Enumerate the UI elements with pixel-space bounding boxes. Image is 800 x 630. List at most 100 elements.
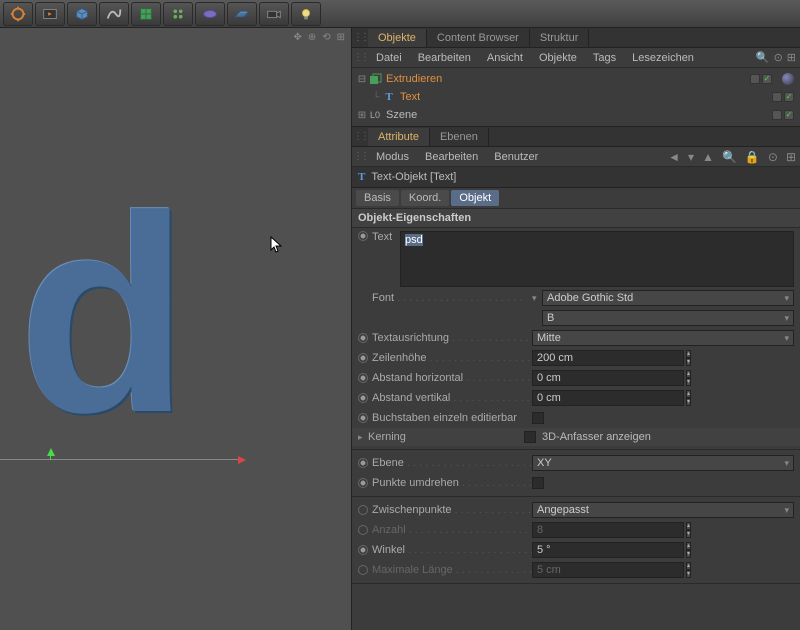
nav-dropdown-icon[interactable]: ▾ xyxy=(688,150,694,164)
anim-radio[interactable] xyxy=(358,333,368,343)
menu-file[interactable]: Datei xyxy=(368,52,410,64)
tree-collapse-icon[interactable]: ⊟ xyxy=(356,74,368,85)
spinner[interactable]: ▴▾ xyxy=(686,370,691,386)
cube-btn[interactable] xyxy=(67,2,97,26)
text-input[interactable]: psd xyxy=(400,231,794,287)
anim-radio[interactable] xyxy=(358,458,368,468)
align-select[interactable]: Mitte xyxy=(532,330,794,346)
expand-icon[interactable]: ⊞ xyxy=(786,150,796,164)
search-icon[interactable]: 🔍 xyxy=(722,150,737,164)
anim-radio[interactable] xyxy=(358,353,368,363)
grip-icon[interactable] xyxy=(352,129,368,145)
anim-radio[interactable] xyxy=(358,478,368,488)
menu-objects[interactable]: Objekte xyxy=(531,52,585,64)
prop-font-weight: B xyxy=(352,308,800,328)
vis-editor-dot[interactable] xyxy=(772,92,782,102)
array-btn[interactable] xyxy=(163,2,193,26)
tab-objects[interactable]: Objekte xyxy=(368,29,427,47)
menu-bookmarks[interactable]: Lesezeichen xyxy=(624,52,702,64)
prop-label: 3D-Anfasser anzeigen xyxy=(542,431,651,443)
anim-radio[interactable] xyxy=(358,525,368,535)
show3d-checkbox[interactable] xyxy=(524,431,536,443)
nurbs-btn[interactable] xyxy=(131,2,161,26)
vspacing-input[interactable] xyxy=(532,390,684,406)
subtab-object[interactable]: Objekt xyxy=(451,190,499,206)
spline-btn[interactable] xyxy=(99,2,129,26)
font-select[interactable]: Adobe Gothic Std xyxy=(542,290,794,306)
lineheight-input[interactable] xyxy=(532,350,684,366)
anim-radio[interactable] xyxy=(358,393,368,403)
hierarchy-row-scene[interactable]: ⊞ L0 Szene xyxy=(352,106,800,124)
nav-up-icon[interactable]: ▲ xyxy=(702,150,714,164)
vis-editor-dot[interactable] xyxy=(772,110,782,120)
anim-radio[interactable] xyxy=(358,231,368,241)
hierarchy-row-text[interactable]: └ T Text xyxy=(352,88,800,106)
hspacing-input[interactable] xyxy=(532,370,684,386)
prop-label: Zwischenpunkte xyxy=(372,504,532,516)
spinner[interactable]: ▴▾ xyxy=(686,390,691,406)
viewport-canvas[interactable]: d xyxy=(0,50,351,630)
tab-layers[interactable]: Ebenen xyxy=(430,128,489,146)
vp-layout-icon[interactable]: ⊞ xyxy=(337,32,345,43)
grip-icon[interactable] xyxy=(352,30,368,46)
angle-input[interactable] xyxy=(532,542,684,558)
menu-user[interactable]: Benutzer xyxy=(486,151,546,163)
floor-btn[interactable] xyxy=(227,2,257,26)
font-dropdown-icon[interactable]: ▾ xyxy=(532,293,542,304)
anim-radio[interactable] xyxy=(358,373,368,383)
light-btn[interactable] xyxy=(291,2,321,26)
grip-icon[interactable] xyxy=(352,149,368,165)
expand-icon[interactable]: ⊞ xyxy=(787,51,796,64)
plane-select[interactable]: XY xyxy=(532,455,794,471)
search-icon[interactable]: 🔍 xyxy=(756,51,770,64)
menu-mode[interactable]: Modus xyxy=(368,151,417,163)
subtab-coord[interactable]: Koord. xyxy=(401,190,449,206)
prop-maxlen: Maximale Länge ▴▾ xyxy=(352,560,800,580)
vis-editor-dot[interactable] xyxy=(750,74,760,84)
lock-icon[interactable]: 🔒 xyxy=(745,150,760,164)
menu-tags[interactable]: Tags xyxy=(585,52,624,64)
menu-edit[interactable]: Bearbeiten xyxy=(410,52,479,64)
tree-expand-icon[interactable]: ⊞ xyxy=(356,110,368,121)
object-hierarchy: ⊟ Extrudieren └ T Text ⊞ L0 Szene xyxy=(352,68,800,127)
tab-structure[interactable]: Struktur xyxy=(530,29,590,47)
editable-checkbox[interactable] xyxy=(532,412,544,424)
vp-move-icon[interactable]: ✥ xyxy=(293,32,301,43)
tab-content-browser[interactable]: Content Browser xyxy=(427,29,530,47)
new-icon[interactable]: ⊙ xyxy=(768,150,778,164)
prop-vspacing: Abstand vertikal ▴▾ xyxy=(352,388,800,408)
material-tag-icon[interactable] xyxy=(782,73,794,85)
anim-radio[interactable] xyxy=(358,565,368,575)
font-weight-select[interactable]: B xyxy=(542,310,794,326)
spinner[interactable]: ▴▾ xyxy=(686,542,691,558)
hierarchy-row-extrude[interactable]: ⊟ Extrudieren xyxy=(352,70,800,88)
menu-view[interactable]: Ansicht xyxy=(479,52,531,64)
prop-interp: Zwischenpunkte Angepasst xyxy=(352,500,800,520)
eye-icon[interactable]: ⊙ xyxy=(774,51,783,64)
flip-checkbox[interactable] xyxy=(532,477,544,489)
camera-btn[interactable] xyxy=(259,2,289,26)
vis-render-dot[interactable] xyxy=(784,110,794,120)
prop-label: Textausrichtung xyxy=(372,332,532,344)
vp-rotate-icon[interactable]: ⟲ xyxy=(322,32,330,43)
settings-btn[interactable] xyxy=(3,2,33,26)
vis-render-dot[interactable] xyxy=(784,92,794,102)
vp-zoom-icon[interactable]: ⊕ xyxy=(308,32,316,43)
anim-radio[interactable] xyxy=(358,545,368,555)
nav-back-icon[interactable]: ◄ xyxy=(668,150,680,164)
anim-radio[interactable] xyxy=(358,505,368,515)
3d-text-object[interactable]: d xyxy=(18,210,189,420)
viewport[interactable]: ✥ ⊕ ⟲ ⊞ d xyxy=(0,28,352,630)
spinner[interactable]: ▴▾ xyxy=(686,350,691,366)
grip-icon[interactable] xyxy=(352,50,368,66)
tab-attribute[interactable]: Attribute xyxy=(368,128,430,146)
menu-edit[interactable]: Bearbeiten xyxy=(417,151,486,163)
subtab-basic[interactable]: Basis xyxy=(356,190,399,206)
hierarchy-label: Text xyxy=(400,91,420,103)
vis-render-dot[interactable] xyxy=(762,74,772,84)
anim-radio[interactable] xyxy=(358,413,368,423)
interp-select[interactable]: Angepasst xyxy=(532,502,794,518)
deformer-btn[interactable] xyxy=(195,2,225,26)
expand-triangle-icon[interactable]: ▸ xyxy=(358,432,368,443)
render-btn[interactable] xyxy=(35,2,65,26)
